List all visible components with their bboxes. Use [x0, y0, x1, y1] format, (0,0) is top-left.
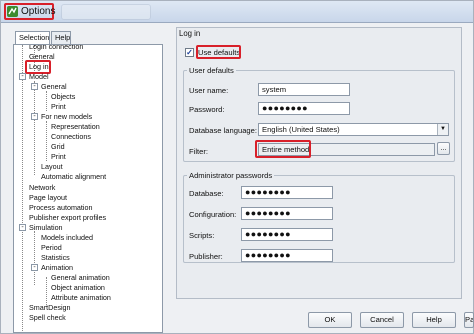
tree-guide — [34, 231, 35, 285]
database-language-value: English (United States) — [262, 125, 340, 134]
tree-item-automatic-alignment[interactable]: Automatic alignment — [41, 172, 106, 182]
app-icon — [7, 6, 18, 17]
tree-item-general-animation[interactable]: General animation — [51, 273, 110, 283]
tree-item-process-automation[interactable]: Process automation — [29, 203, 93, 213]
expander-simulation[interactable]: - — [19, 224, 26, 231]
tree-guide — [34, 81, 35, 175]
password-label: Password: — [189, 105, 225, 114]
cancel-button[interactable]: Cancel — [360, 312, 404, 328]
options-tree[interactable]: Login connection General Log in - Model … — [13, 44, 163, 333]
user-name-input[interactable]: system — [258, 83, 350, 96]
tab-help[interactable]: Help — [51, 31, 71, 44]
tree-item-network[interactable]: Network — [29, 183, 55, 193]
chevron-down-icon[interactable]: ▼ — [437, 124, 448, 135]
tree-item-models-included[interactable]: Models included — [41, 233, 93, 243]
tree-guide — [46, 91, 47, 111]
tree-item-layout[interactable]: Layout — [41, 162, 63, 172]
title-bar[interactable]: Options — [1, 1, 473, 23]
database-language-label: Database language: — [189, 126, 257, 135]
admin-passwords-group-label: Administrator passwords — [187, 171, 275, 180]
expander-model[interactable]: - — [19, 73, 26, 80]
tree-item-spell-check[interactable]: Spell check — [29, 313, 66, 323]
database-password-label: Database: — [189, 189, 224, 198]
publisher-password-label: Publisher: — [189, 252, 223, 261]
tree-item-connections[interactable]: Connections — [51, 132, 91, 142]
filter-highlight-box — [255, 140, 311, 158]
expander-for-new-models[interactable]: - — [31, 113, 38, 120]
tree-item-publisher-export-profiles[interactable]: Publisher export profiles — [29, 213, 106, 223]
user-defaults-group-label: User defaults — [187, 66, 236, 75]
publisher-password-input[interactable]: ●●●●●●●● — [241, 249, 333, 262]
password-input[interactable]: ●●●●●●●● — [258, 102, 350, 115]
window-title: Options — [21, 6, 56, 17]
use-defaults-highlight-box — [196, 45, 241, 59]
ok-button[interactable]: OK — [308, 312, 352, 328]
tree-item-simulation[interactable]: Simulation — [29, 223, 63, 233]
section-title: Log in — [179, 29, 201, 38]
scripts-password-label: Scripts: — [189, 231, 215, 240]
tree-item-objects[interactable]: Objects — [51, 92, 75, 102]
tree-item-attribute-animation[interactable]: Attribute animation — [51, 293, 111, 303]
expander-model-general[interactable]: - — [31, 83, 38, 90]
tree-guide — [46, 121, 47, 161]
tree-guide — [22, 45, 23, 332]
tree-item-model[interactable]: Model — [29, 72, 49, 82]
database-password-input[interactable]: ●●●●●●●● — [241, 186, 333, 199]
tree-item-page-layout[interactable]: Page layout — [29, 193, 67, 203]
tree-item-animation[interactable]: Animation — [41, 263, 73, 273]
configuration-password-input[interactable]: ●●●●●●●● — [241, 207, 333, 220]
tree-item-representation[interactable]: Representation — [51, 122, 100, 132]
pass-button[interactable]: Pass — [464, 312, 474, 328]
tree-item-model-general[interactable]: General — [41, 82, 67, 92]
tree-item-object-animation[interactable]: Object animation — [51, 283, 105, 293]
options-dialog: Options Selection Help Login connection … — [0, 0, 474, 334]
background-window-tab — [61, 4, 151, 20]
tab-selection[interactable]: Selection — [15, 31, 50, 45]
tree-item-smartdesign[interactable]: SmartDesign — [29, 303, 71, 313]
tree-item-login-connection[interactable]: Login connection — [29, 45, 83, 52]
scripts-password-input[interactable]: ●●●●●●●● — [241, 228, 333, 241]
tree-item-period[interactable]: Period — [41, 243, 62, 253]
database-language-select[interactable]: English (United States) ▼ — [258, 123, 449, 136]
configuration-password-label: Configuration: — [189, 210, 237, 219]
help-button[interactable]: Help — [412, 312, 456, 328]
tree-item-print-new[interactable]: Print — [51, 152, 66, 162]
tree-item-for-new-models[interactable]: For new models — [41, 112, 92, 122]
tree-item-grid[interactable]: Grid — [51, 142, 65, 152]
filter-browse-button[interactable]: ... — [437, 142, 450, 155]
filter-label: Filter: — [189, 147, 208, 156]
tree-item-print[interactable]: Print — [51, 102, 66, 112]
use-defaults-checkbox[interactable]: ✓ — [185, 48, 194, 57]
expander-animation[interactable]: - — [31, 264, 38, 271]
tree-item-statistics[interactable]: Statistics — [41, 253, 70, 263]
user-name-label: User name: — [189, 86, 229, 95]
